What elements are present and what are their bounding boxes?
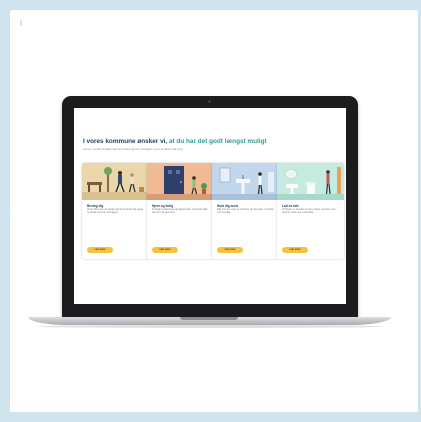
- page-title-prefix: I vores kommune ønsker vi,: [83, 138, 168, 145]
- page-title-accent: at du har det godt længst muligt: [168, 138, 267, 145]
- laptop: I vores kommune ønsker vi, at du har det…: [62, 96, 358, 320]
- camera-icon: [208, 100, 211, 103]
- walking-person-illustration: [82, 163, 149, 200]
- read-more-button[interactable]: Læs mere: [282, 247, 308, 253]
- card-text: Få hjælp til indretning og hjælpemidler,…: [152, 209, 208, 215]
- card-hold-dig-sund[interactable]: Hold dig sund Råd om kost, søvn og sundh…: [212, 163, 279, 259]
- card-text: Vi tilbyder en samtale om dine ønsker og…: [282, 209, 337, 215]
- laptop-notch: [180, 317, 238, 320]
- page-title: I vores kommune ønsker vi, at du har det…: [83, 138, 343, 145]
- card-text: Vi har tilbud der kan hjælpe dig med at …: [87, 209, 144, 215]
- laptop-screen: I vores kommune ønsker vi, at du har det…: [74, 108, 346, 304]
- card-bevaeg-dig[interactable]: Bevæg dig Vi har tilbud der kan hjælpe d…: [82, 163, 149, 259]
- card-title: Hold dig sund: [217, 204, 239, 208]
- card-title: Hjem og bolig: [152, 204, 174, 208]
- frame-guide-line: [0, 209, 11, 210]
- laptop-base: [28, 317, 391, 325]
- card-hjem-og-bolig[interactable]: Hjem og bolig Få hjælp til indretning og…: [147, 163, 214, 259]
- card-grid: Bevæg dig Vi har tilbud der kan hjælpe d…: [82, 163, 344, 259]
- page-subtitle: Læs om, hvordan vi hjælper dig med at kl…: [83, 148, 183, 151]
- door-plant-illustration: [147, 163, 214, 200]
- read-more-button[interactable]: Læs mere: [217, 247, 243, 253]
- read-more-button[interactable]: Læs mere: [87, 247, 113, 253]
- laptop-shadow: [36, 325, 384, 328]
- bathroom-person-illustration: [277, 163, 344, 200]
- read-more-button[interactable]: Læs mere: [152, 247, 178, 253]
- card-text: Råd om kost, søvn og sundhed, der kan gø…: [217, 209, 274, 215]
- frame-corner-line: [20, 20, 22, 26]
- card-title: Lad os tale: [282, 204, 299, 208]
- card-lad-os-tale[interactable]: Lad os tale Vi tilbyder en samtale om di…: [277, 163, 344, 259]
- card-title: Bevæg dig: [87, 204, 104, 208]
- washbasin-illustration: [212, 163, 279, 200]
